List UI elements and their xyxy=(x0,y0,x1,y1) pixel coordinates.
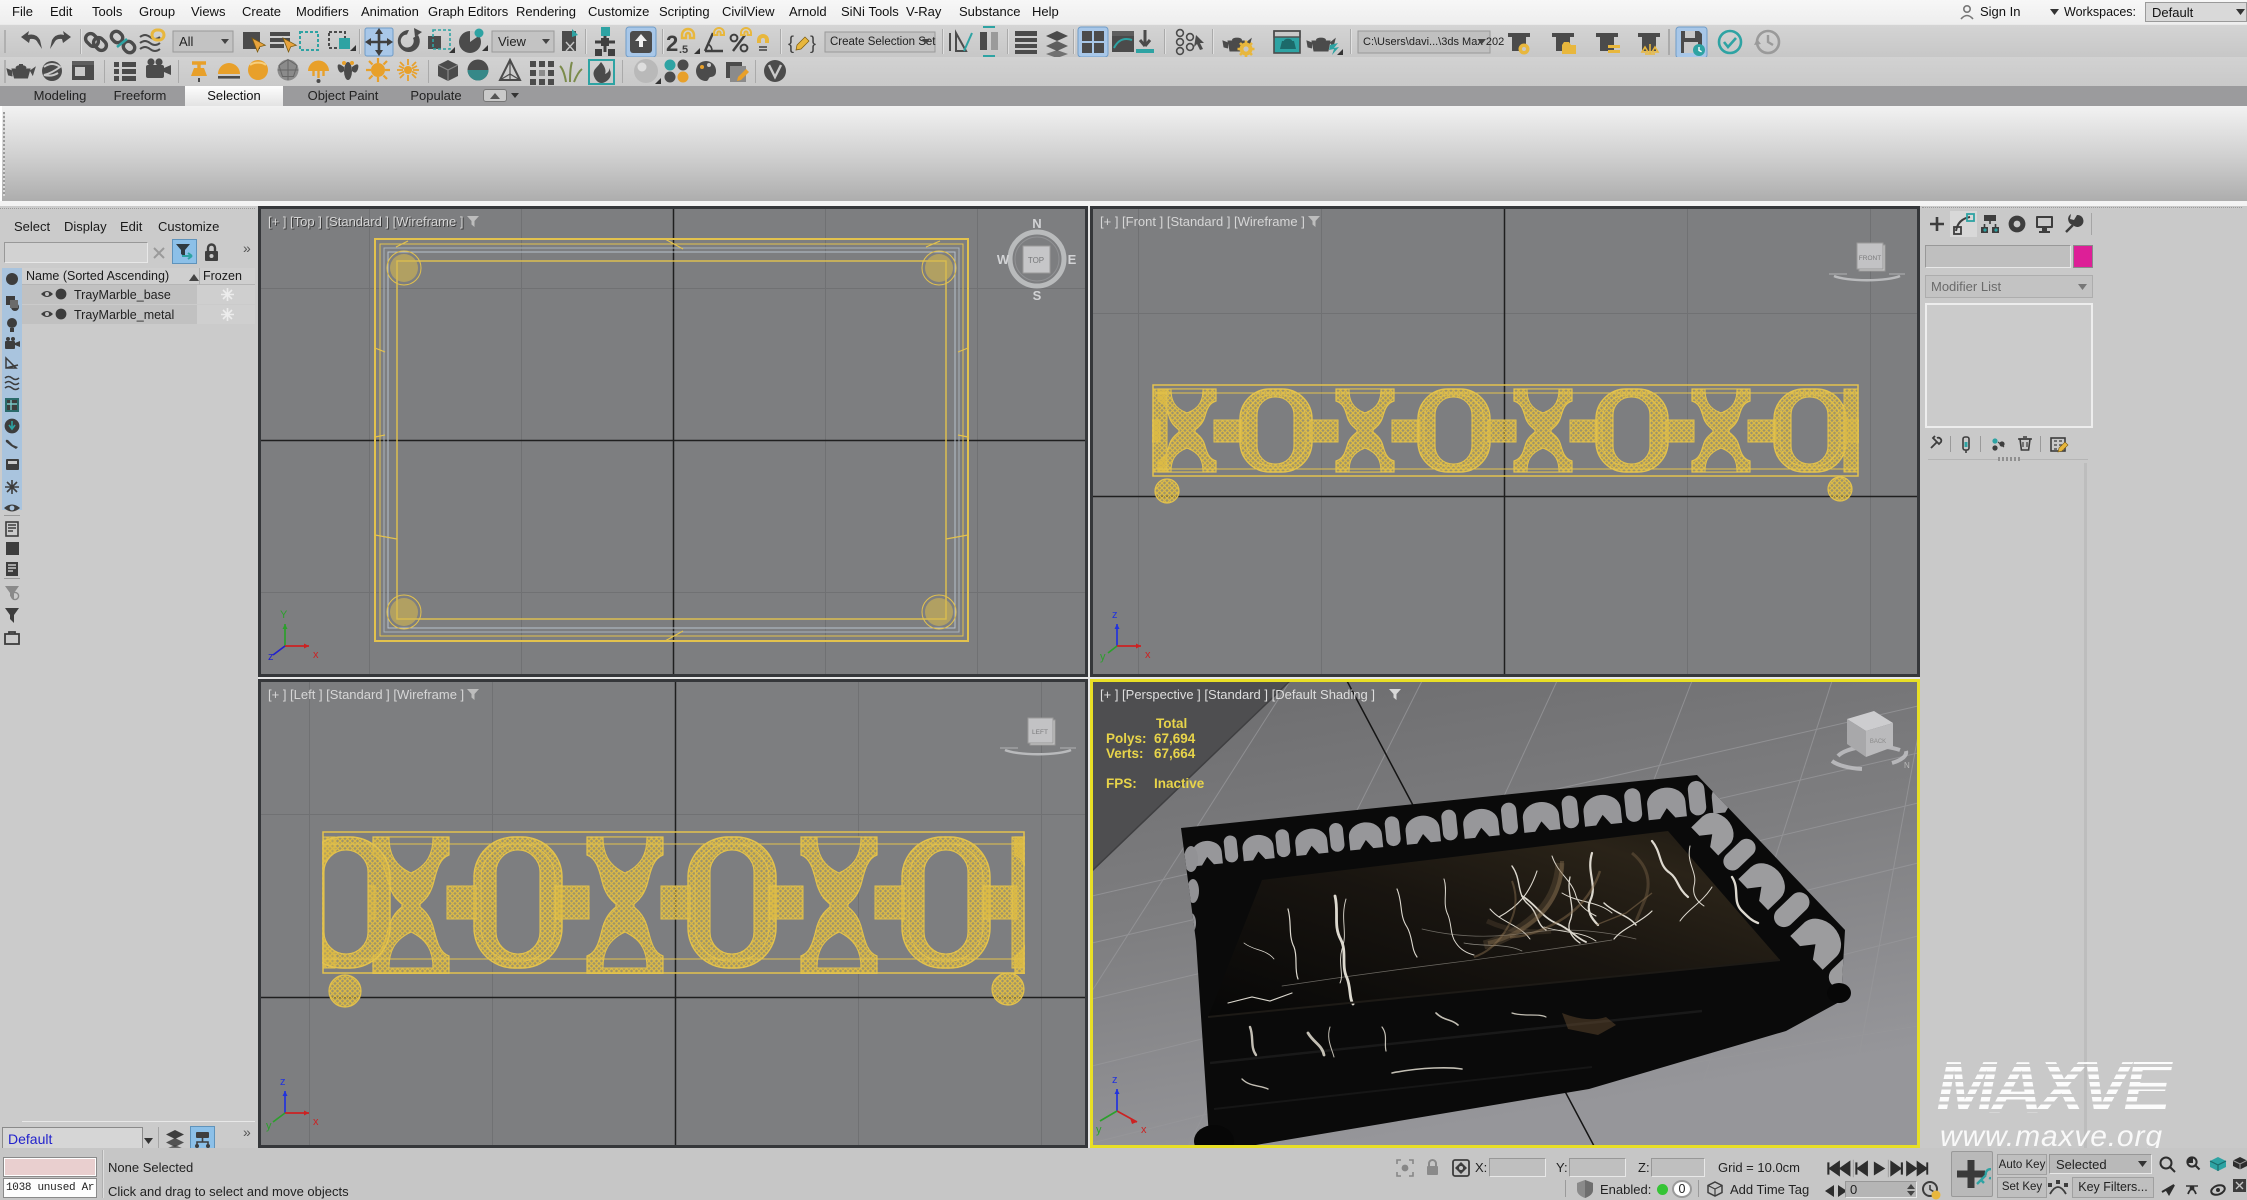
svg-text:z: z xyxy=(1112,1074,1118,1086)
svg-text:z: z xyxy=(1112,609,1118,621)
svg-text:y: y xyxy=(266,1120,272,1132)
svg-text:[+ ] [Left ] [Standard ] [Wire: [+ ] [Left ] [Standard ] [Wireframe ] xyxy=(268,687,464,702)
svg-text:E: E xyxy=(1068,252,1077,267)
svg-text:W: W xyxy=(997,252,1010,267)
svg-text:y: y xyxy=(1096,1124,1102,1136)
svg-text:z: z xyxy=(280,1076,286,1088)
svg-text:z: z xyxy=(268,651,274,663)
svg-text:LEFT: LEFT xyxy=(1032,729,1048,736)
svg-text:All: All xyxy=(179,34,194,49)
svg-text:x: x xyxy=(313,649,319,661)
svg-text:Total: Total xyxy=(1156,716,1187,731)
svg-text:Y: Y xyxy=(280,609,288,621)
svg-text:N: N xyxy=(1904,761,1910,770)
svg-text:{: { xyxy=(788,33,794,53)
svg-text:N: N xyxy=(1032,216,1041,231)
svg-text:}: } xyxy=(810,33,816,53)
svg-text:[+ ] [Top ] [Standard ] [Wiref: [+ ] [Top ] [Standard ] [Wireframe ] xyxy=(268,214,463,229)
svg-text:Verts:: Verts: xyxy=(1106,746,1144,761)
svg-text:BACK: BACK xyxy=(1870,739,1886,745)
svg-text:67,664: 67,664 xyxy=(1154,746,1196,761)
svg-text:x: x xyxy=(313,1116,319,1128)
svg-text:FPS:: FPS: xyxy=(1106,776,1137,791)
svg-text:MAXVE: MAXVE xyxy=(1936,1052,2173,1128)
svg-text:TOP: TOP xyxy=(1028,256,1044,265)
svg-text:FRONT: FRONT xyxy=(1859,255,1881,262)
svg-text:67,694: 67,694 xyxy=(1154,731,1196,746)
svg-text:[+ ] [Perspective ] [Standard: [+ ] [Perspective ] [Standard ] [Default… xyxy=(1100,687,1375,702)
svg-text:[+ ] [Front ] [Standard ] [Wir: [+ ] [Front ] [Standard ] [Wireframe ] xyxy=(1100,214,1305,229)
svg-text:x: x xyxy=(1141,1124,1147,1136)
svg-text:Inactive: Inactive xyxy=(1154,776,1205,791)
svg-text:Polys:: Polys: xyxy=(1106,731,1147,746)
svg-text:View: View xyxy=(498,34,527,49)
svg-text:2: 2 xyxy=(666,31,678,56)
svg-text:S: S xyxy=(1033,288,1042,303)
svg-text:x: x xyxy=(1145,649,1151,661)
svg-text:y: y xyxy=(1100,651,1106,663)
svg-text:.5: .5 xyxy=(679,44,688,56)
svg-text:Create Selection Set: Create Selection Set xyxy=(830,36,936,48)
